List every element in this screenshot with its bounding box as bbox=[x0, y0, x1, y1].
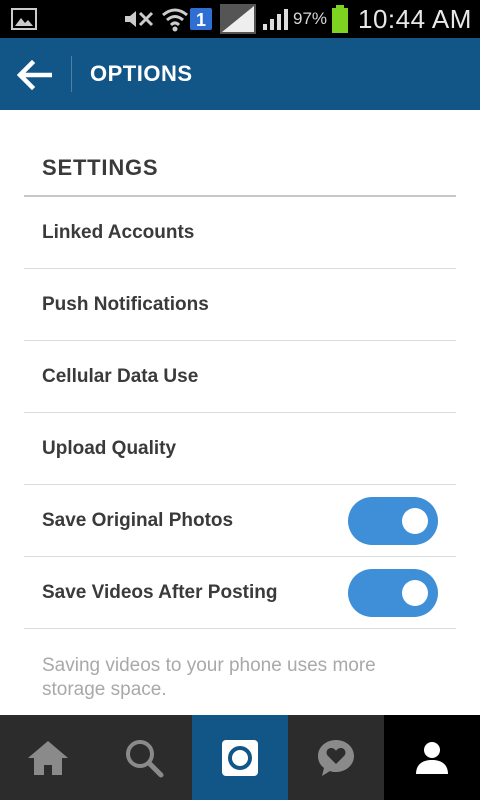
battery-icon bbox=[331, 0, 349, 38]
signal-icon bbox=[262, 0, 292, 38]
settings-item-label: Cellular Data Use bbox=[42, 366, 199, 387]
storage-note: Saving videos to your phone uses more st… bbox=[42, 655, 376, 700]
settings-item-label: Save Original Photos bbox=[42, 510, 234, 531]
settings-list: SETTINGS Linked Accounts Push Notificati… bbox=[24, 110, 456, 700]
sim-icon: 1 bbox=[190, 0, 214, 38]
settings-item-save-videos-after-posting: Save Videos After Posting bbox=[24, 557, 456, 629]
toggle-knob bbox=[402, 508, 428, 534]
gallery-icon bbox=[10, 0, 38, 38]
settings-item-save-original-photos: Save Original Photos bbox=[24, 485, 456, 557]
section-title: SETTINGS bbox=[42, 155, 159, 180]
settings-item-label: Push Notifications bbox=[42, 294, 209, 315]
section-header: SETTINGS bbox=[24, 110, 456, 197]
mute-icon bbox=[122, 0, 156, 38]
bottom-nav bbox=[0, 715, 480, 800]
nav-profile[interactable] bbox=[384, 715, 480, 800]
activity-icon bbox=[318, 739, 354, 776]
sim-number: 1 bbox=[196, 10, 206, 30]
back-button[interactable] bbox=[14, 55, 54, 95]
signal-icon bbox=[219, 0, 257, 38]
app-bar-divider bbox=[71, 56, 72, 92]
settings-item-push-notifications[interactable]: Push Notifications bbox=[24, 269, 456, 341]
save-videos-toggle[interactable] bbox=[348, 569, 438, 617]
settings-item-label: Save Videos After Posting bbox=[42, 582, 278, 603]
settings-item-upload-quality[interactable]: Upload Quality bbox=[24, 413, 456, 485]
page-title: OPTIONS bbox=[90, 61, 193, 86]
profile-icon bbox=[416, 741, 448, 774]
settings-item-linked-accounts[interactable]: Linked Accounts bbox=[24, 197, 456, 269]
wifi-icon bbox=[161, 0, 189, 38]
toggle-knob bbox=[402, 580, 428, 606]
camera-icon bbox=[222, 739, 258, 776]
nav-camera[interactable] bbox=[192, 715, 288, 800]
settings-item-cellular-data-use[interactable]: Cellular Data Use bbox=[24, 341, 456, 413]
nav-home[interactable] bbox=[0, 715, 96, 800]
back-arrow-icon bbox=[16, 60, 52, 90]
nav-search[interactable] bbox=[96, 715, 192, 800]
status-bar: 1 97% 10:44 AM bbox=[0, 0, 480, 38]
save-original-photos-toggle[interactable] bbox=[348, 497, 438, 545]
nav-activity[interactable] bbox=[288, 715, 384, 800]
battery-percent: 97% bbox=[293, 9, 328, 28]
home-icon bbox=[28, 740, 68, 775]
settings-item-label: Linked Accounts bbox=[42, 222, 195, 243]
clock: 10:44 AM bbox=[358, 3, 472, 34]
search-icon bbox=[126, 739, 164, 777]
settings-item-label: Upload Quality bbox=[42, 438, 177, 459]
app-bar: OPTIONS bbox=[0, 38, 480, 110]
